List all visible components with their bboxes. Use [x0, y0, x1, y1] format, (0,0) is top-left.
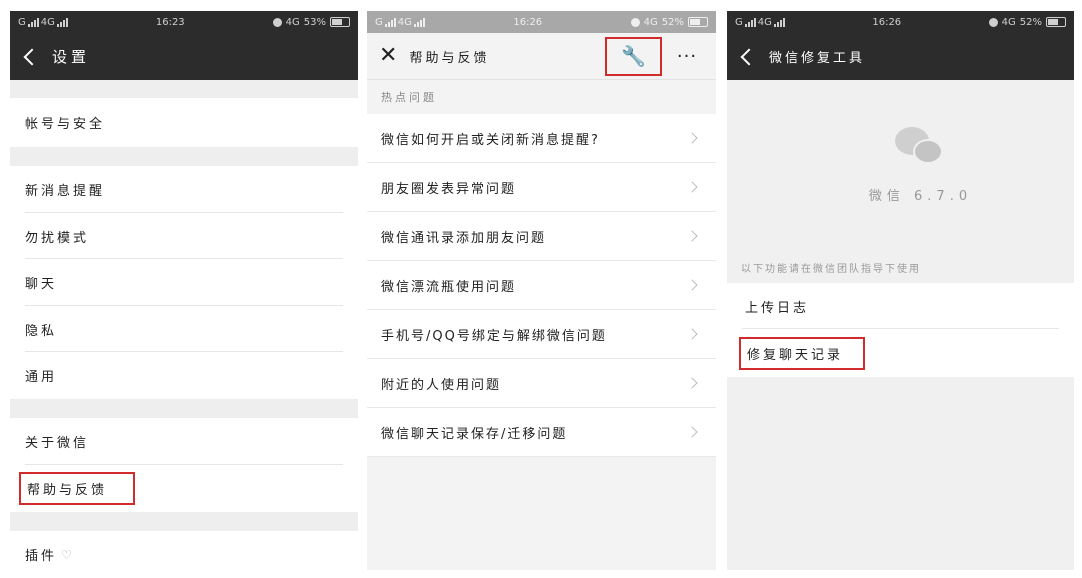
status-bar: G 4G 16:26 4G 52% — [727, 11, 1074, 33]
settings-item-general[interactable]: 通用 — [10, 352, 358, 399]
chevron-right-icon — [686, 328, 698, 340]
signal-icon — [413, 17, 425, 27]
nav-bar: ✕ 帮助与反馈 🔧 ··· — [367, 33, 716, 80]
status-time: 16:26 — [513, 16, 543, 28]
shield-icon: ♡ — [61, 547, 72, 562]
chevron-right-icon — [686, 181, 698, 193]
chevron-right-icon — [686, 132, 698, 144]
chevron-right-icon — [686, 230, 698, 242]
status-time: 16:26 — [872, 16, 902, 28]
highlight-box: 帮助与反馈 — [19, 472, 136, 505]
status-time: 16:23 — [155, 16, 185, 28]
chevron-right-icon — [686, 377, 698, 389]
settings-item-do-not-disturb[interactable]: 勿扰模式 — [10, 213, 358, 259]
section-gap — [10, 147, 358, 166]
section-gap — [10, 399, 358, 418]
section-header-hot-questions: 热点问题 — [381, 91, 437, 104]
battery-icon — [688, 17, 708, 27]
highlight-box: 修复聊天记录 — [739, 336, 866, 370]
question-item[interactable]: 微信聊天记录保存/迁移问题 — [367, 408, 716, 457]
wrench-button[interactable]: 🔧 — [605, 36, 662, 76]
question-item[interactable]: 微信如何开启或关闭新消息提醒? — [367, 114, 716, 163]
signal-icon — [744, 17, 756, 27]
repair-tool-screen: G 4G 16:26 4G 52% 微信修复工具 微信 6.7.0 以下功能请在… — [727, 11, 1074, 570]
nav-bar: 微信修复工具 — [727, 33, 1074, 80]
close-icon[interactable]: ✕ — [379, 45, 397, 67]
wrench-icon: 🔧 — [621, 44, 646, 68]
repair-chat-history-item[interactable]: 修复聊天记录 — [727, 329, 1074, 377]
settings-item-plugins[interactable]: 插件 ♡ — [10, 531, 358, 570]
signal-icon — [773, 17, 785, 27]
section-gap — [10, 512, 358, 531]
app-version: 微信 6.7.0 — [868, 188, 973, 204]
signal-indicator: G 4G — [375, 17, 425, 28]
signal-indicator: G 4G — [735, 17, 785, 28]
back-arrow-icon[interactable] — [740, 48, 758, 65]
settings-screen: G 4G 16:23 4G 53% 设置 帐号与安全 新消息提醒 勿扰模式 聊天… — [10, 11, 358, 570]
section-gap — [10, 80, 358, 98]
settings-item-about-wechat[interactable]: 关于微信 — [10, 418, 358, 465]
settings-item-new-message-alert[interactable]: 新消息提醒 — [10, 166, 358, 213]
alarm-icon — [272, 17, 282, 27]
battery-percent: 52% — [1019, 16, 1042, 28]
help-feedback-screen: G 4G 16:26 4G 52% ✕ 帮助与反馈 🔧 ··· 热点问题 微信如… — [367, 11, 716, 570]
chevron-right-icon — [686, 279, 698, 291]
question-item[interactable]: 微信漂流瓶使用问题 — [367, 261, 716, 310]
status-bar: G 4G 16:26 4G 52% — [367, 11, 716, 33]
question-item[interactable]: 附近的人使用问题 — [367, 359, 716, 408]
question-item[interactable]: 手机号/QQ号绑定与解绑微信问题 — [367, 310, 716, 359]
alarm-icon — [630, 17, 640, 27]
signal-icon — [56, 17, 68, 27]
chevron-right-icon — [686, 426, 698, 438]
wechat-logo-icon — [894, 126, 947, 167]
page-title: 微信修复工具 — [769, 51, 866, 66]
battery-percent: 52% — [661, 16, 684, 28]
battery-icon — [330, 17, 350, 27]
page-title: 帮助与反馈 — [409, 50, 490, 66]
upload-log-item[interactable]: 上传日志 — [727, 283, 1074, 329]
settings-item-account-security[interactable]: 帐号与安全 — [10, 98, 358, 147]
battery-icon — [1046, 17, 1066, 27]
settings-item-help-feedback[interactable]: 帮助与反馈 — [10, 465, 358, 512]
more-options-icon[interactable]: ··· — [670, 46, 704, 67]
back-arrow-icon[interactable] — [23, 48, 41, 65]
settings-item-chat[interactable]: 聊天 — [10, 259, 358, 306]
status-bar: G 4G 16:23 4G 53% — [10, 11, 358, 33]
battery-percent: 53% — [303, 16, 326, 28]
hint-text: 以下功能请在微信团队指导下使用 — [741, 264, 921, 275]
app-info: 微信 6.7.0 — [727, 80, 1074, 250]
page-title: 设置 — [52, 48, 91, 66]
question-item[interactable]: 朋友圈发表异常问题 — [367, 163, 716, 212]
nav-bar: 设置 — [10, 33, 358, 80]
signal-icon — [27, 17, 39, 27]
settings-item-privacy[interactable]: 隐私 — [10, 306, 358, 352]
signal-icon — [384, 17, 396, 27]
signal-indicator: G 4G — [18, 17, 68, 28]
alarm-icon — [988, 17, 998, 27]
question-item[interactable]: 微信通讯录添加朋友问题 — [367, 212, 716, 261]
